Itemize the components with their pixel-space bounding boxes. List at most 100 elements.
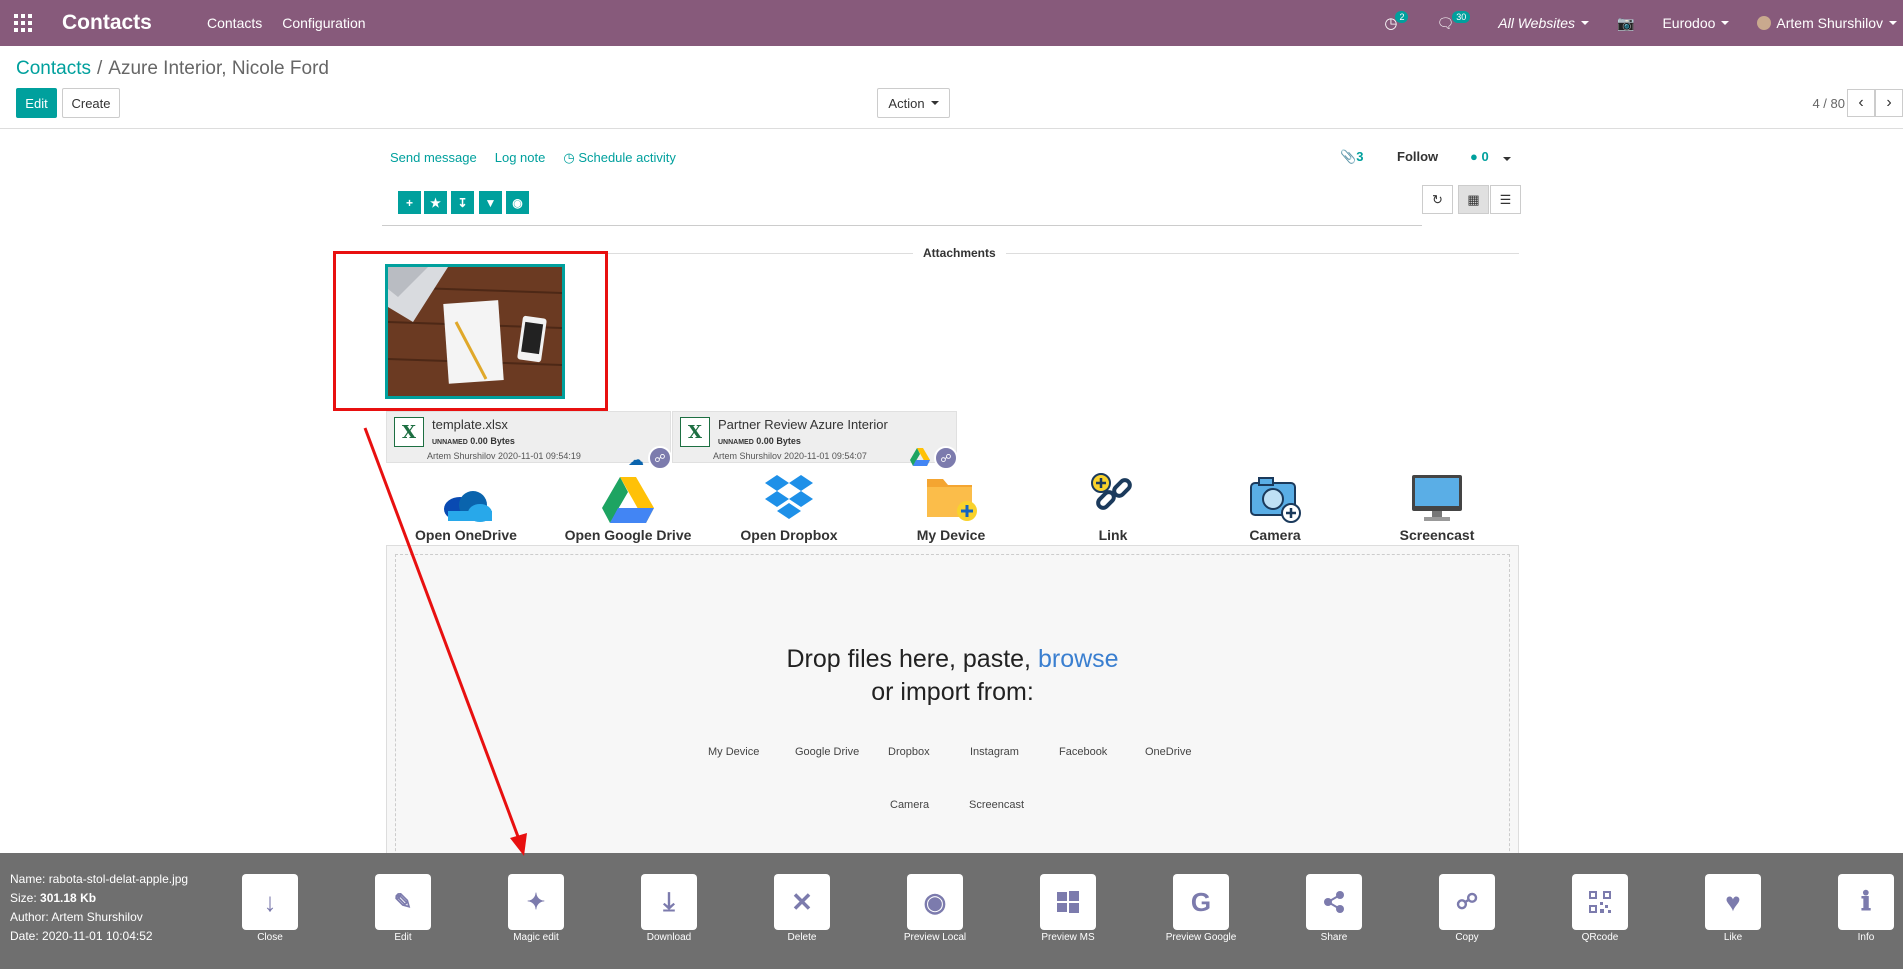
import-onedrive[interactable]: OneDrive: [1145, 746, 1191, 758]
qrcode-icon: [1572, 874, 1628, 930]
camera-button[interactable]: 📷: [1617, 15, 1634, 32]
open-dropbox-button[interactable]: Open Dropbox: [719, 468, 859, 543]
import-my-device[interactable]: My Device: [708, 746, 759, 758]
import-screencast[interactable]: Screencast: [969, 799, 1024, 811]
import-instagram[interactable]: Instagram: [970, 746, 1019, 758]
activity-button[interactable]: ◷ 2: [1384, 11, 1409, 32]
excel-file-icon: X: [680, 417, 710, 447]
edit-image-button[interactable]: ✎ Edit: [375, 874, 431, 943]
copy-link-button[interactable]: ☍ Copy: [1439, 874, 1495, 943]
follow-button[interactable]: Follow: [1397, 149, 1438, 164]
import-camera[interactable]: Camera: [890, 799, 929, 811]
camera-button[interactable]: Camera: [1205, 468, 1345, 543]
attachment-size-value: 0.00 Bytes: [470, 436, 515, 446]
share-button[interactable]: Share: [1306, 874, 1362, 943]
preview-local-button[interactable]: ◉ Preview Local: [904, 874, 966, 943]
my-device-button[interactable]: My Device: [881, 468, 1021, 543]
date-label: Date:: [10, 929, 39, 943]
link-button[interactable]: Link: [1043, 468, 1183, 543]
followers-dropdown[interactable]: ● 0: [1470, 149, 1511, 164]
highlight-box: [333, 251, 608, 411]
open-google-drive-button[interactable]: Open Google Drive: [558, 468, 698, 543]
action-label: Action: [888, 95, 925, 111]
source-label: Link: [1098, 527, 1128, 543]
download-all-button[interactable]: ↧: [451, 191, 474, 214]
grid-view-button[interactable]: ▦: [1458, 185, 1489, 214]
websites-dropdown[interactable]: All Websites: [1498, 15, 1590, 31]
schedule-activity-link[interactable]: ◷ Schedule activity: [563, 150, 676, 166]
messages-button[interactable]: 🗨 30: [1436, 11, 1471, 32]
menu-configuration[interactable]: Configuration: [282, 15, 365, 31]
import-google-drive[interactable]: Google Drive: [795, 746, 859, 758]
qrcode-button[interactable]: QRcode: [1572, 874, 1628, 943]
activity-badge: 2: [1395, 11, 1409, 23]
drop-instructions: Drop files here, paste, browse: [396, 645, 1509, 674]
delete-button[interactable]: ✕ Delete: [774, 874, 830, 943]
list-view-button[interactable]: ☰: [1490, 185, 1521, 214]
edit-button[interactable]: Edit: [16, 88, 57, 118]
preview-google-button[interactable]: G Preview Google: [1166, 874, 1236, 943]
link-icon: ☍: [1439, 874, 1495, 930]
link-icon: [1043, 468, 1183, 523]
close-button[interactable]: ↓ Close: [242, 874, 298, 943]
eye-icon: ◉: [907, 874, 963, 930]
author-label: Author:: [10, 910, 49, 924]
attachment-tag: UNNAMED: [718, 439, 754, 446]
clock-icon: ◷: [563, 150, 579, 165]
attachment-name: Partner Review Azure Interior: [718, 417, 888, 432]
camera-icon: [1205, 468, 1345, 523]
preview-ms-button[interactable]: Preview MS: [1040, 874, 1096, 943]
apps-menu-icon[interactable]: [0, 0, 46, 46]
import-from-text: or import from:: [871, 678, 1034, 706]
schedule-activity-label: Schedule activity: [578, 150, 676, 165]
size-label: Size:: [10, 891, 37, 905]
button-label: Like: [1723, 932, 1743, 943]
attachment-card[interactable]: X template.xlsx UNNAMED 0.00 Bytes Artem…: [386, 411, 672, 470]
user-dropdown[interactable]: Artem Shurshilov: [1757, 15, 1897, 31]
action-dropdown[interactable]: Action: [877, 88, 950, 118]
import-dropbox[interactable]: Dropbox: [888, 746, 930, 758]
google-icon: G: [1173, 874, 1229, 930]
refresh-button[interactable]: ↻: [1422, 185, 1453, 214]
attachment-tag: UNNAMED: [432, 439, 468, 446]
download-icon: ↧: [457, 195, 468, 210]
browse-link[interactable]: browse: [1038, 645, 1119, 673]
file-date: 2020-11-01 10:04:52: [42, 929, 153, 943]
pager-previous-button[interactable]: ‹: [1847, 89, 1875, 117]
pager-next-button[interactable]: ›: [1875, 89, 1903, 117]
breadcrumb-separator: /: [96, 58, 103, 79]
link-icon[interactable]: ☍: [648, 446, 672, 470]
filter-button[interactable]: ▼: [479, 191, 502, 214]
monitor-icon: [1367, 468, 1507, 523]
download-button[interactable]: ⤓ Download: [641, 874, 697, 943]
breadcrumb-contacts[interactable]: Contacts: [16, 58, 91, 79]
screencast-button[interactable]: Screencast: [1367, 468, 1507, 543]
camera-capture-button[interactable]: ◉: [506, 191, 529, 214]
app-title[interactable]: Contacts: [62, 11, 207, 35]
log-note-link[interactable]: Log note: [495, 150, 546, 166]
company-dropdown[interactable]: Eurodoo: [1662, 15, 1730, 31]
excel-file-icon: X: [394, 417, 424, 447]
like-button[interactable]: ♥ Like: [1705, 874, 1761, 943]
import-facebook[interactable]: Facebook: [1059, 746, 1107, 758]
info-button[interactable]: ℹ Info: [1838, 874, 1894, 943]
attachment-card[interactable]: X Partner Review Azure Interior UNNAMED …: [672, 411, 958, 470]
user-name: Artem Shurshilov: [1776, 15, 1883, 31]
send-message-link[interactable]: Send message: [390, 150, 477, 166]
button-label: Edit: [394, 932, 412, 943]
attachments-counter[interactable]: 📎3: [1340, 149, 1363, 165]
onedrive-icon: [396, 468, 536, 523]
caret-down-icon: [1502, 157, 1511, 161]
favorite-button[interactable]: ★: [424, 191, 447, 214]
attachments-count: 3: [1356, 149, 1364, 164]
add-attachment-button[interactable]: +: [398, 191, 421, 214]
menu-contacts[interactable]: Contacts: [207, 15, 262, 31]
magic-edit-button[interactable]: ✦ Magic edit: [508, 874, 564, 943]
drop-text: Drop files here, paste,: [786, 645, 1032, 673]
create-button[interactable]: Create: [62, 88, 120, 118]
link-icon[interactable]: ☍: [934, 446, 958, 470]
open-onedrive-button[interactable]: Open OneDrive: [396, 468, 536, 543]
google-drive-icon: [558, 468, 698, 523]
star-icon: ★: [430, 195, 441, 210]
drop-zone[interactable]: Drop files here, paste, browse or import…: [386, 545, 1519, 905]
